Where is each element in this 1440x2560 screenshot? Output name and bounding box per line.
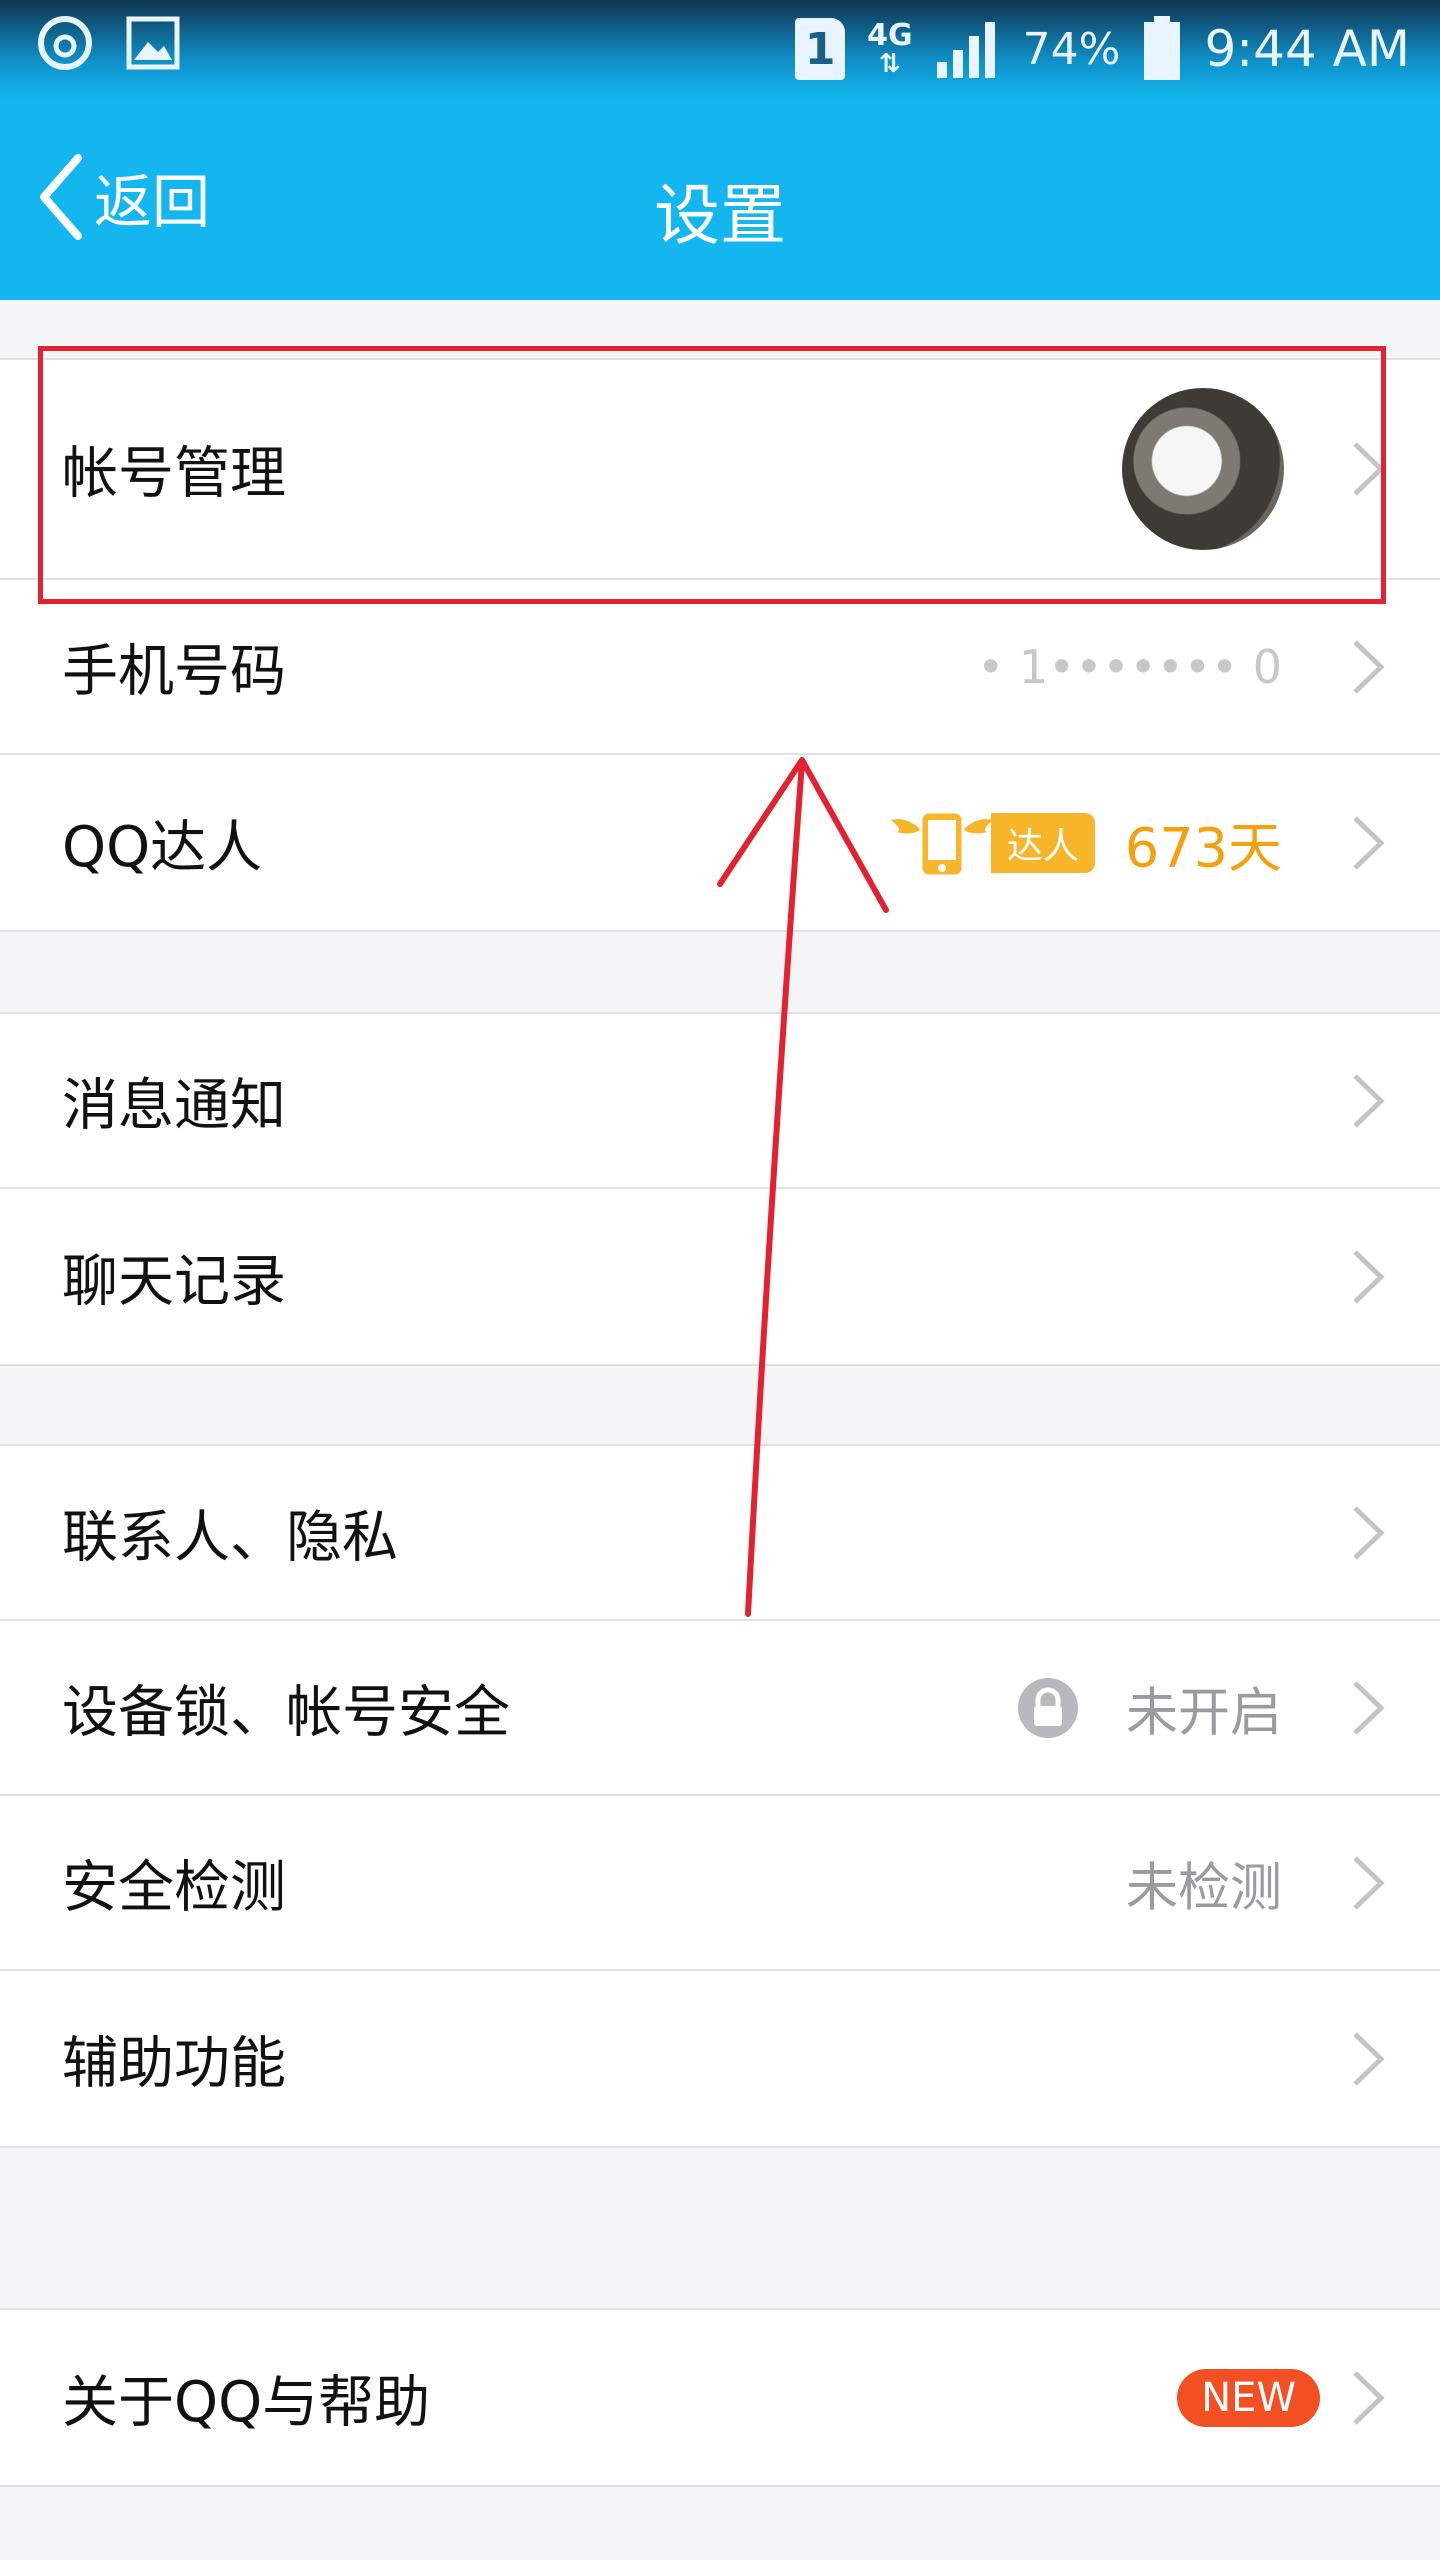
- row-chat-history[interactable]: 聊天记录: [0, 1189, 1440, 1364]
- row-phone-number[interactable]: 手机号码 • 1••••••• 0: [0, 580, 1440, 755]
- signal-icon: [936, 22, 995, 78]
- battery-percent: 74%: [1022, 23, 1121, 75]
- chevron-right-icon: [1353, 1073, 1385, 1128]
- vip-days: 673天: [1124, 816, 1282, 879]
- network-type: 4G: [867, 18, 913, 53]
- row-label: 聊天记录: [62, 1249, 286, 1314]
- status-bar: 1 4G ⇅ 74% 9:44 AM: [0, 0, 1440, 100]
- row-label: 帐号管理: [62, 441, 286, 507]
- row-contacts-privacy[interactable]: 联系人、隐私: [0, 1446, 1440, 1621]
- row-device-lock[interactable]: 设备锁、帐号安全 未开启: [0, 1621, 1440, 1796]
- page-title: 设置: [654, 177, 786, 254]
- settings-group-messages: 消息通知 聊天记录: [0, 1012, 1440, 1366]
- lock-icon: [1018, 1677, 1078, 1738]
- row-label: 关于QQ与帮助: [62, 2370, 431, 2435]
- title-bar: 返回 设置: [0, 100, 1440, 300]
- device-lock-status: 未开启: [1125, 1683, 1282, 1743]
- row-label: 消息通知: [62, 1073, 286, 1138]
- row-qq-vip[interactable]: QQ达人 达人 673天: [0, 755, 1440, 930]
- netease-music-icon: [38, 16, 92, 70]
- data-arrows-icon: ⇅: [879, 49, 901, 79]
- settings-group-security: 联系人、隐私 设备锁、帐号安全 未开启 安全检测 未检测 辅助功能: [0, 1444, 1440, 2148]
- row-label: 手机号码: [62, 639, 286, 704]
- row-label: 安全检测: [62, 1855, 286, 1920]
- row-security-check[interactable]: 安全检测 未检测: [0, 1796, 1440, 1971]
- row-accessibility[interactable]: 辅助功能: [0, 1971, 1440, 2146]
- row-notifications[interactable]: 消息通知: [0, 1014, 1440, 1189]
- chevron-right-icon: [1353, 639, 1385, 694]
- sim-number: 1: [804, 24, 836, 75]
- gallery-icon: [126, 16, 180, 70]
- chevron-right-icon: [1353, 2370, 1385, 2425]
- settings-group-about: 关于QQ与帮助 NEW: [0, 2308, 1440, 2487]
- chevron-right-icon: [1353, 1505, 1385, 1560]
- row-label: QQ达人: [62, 815, 263, 880]
- chevron-right-icon: [1353, 2031, 1385, 2086]
- row-label: 联系人、隐私: [62, 1505, 398, 1570]
- vip-badge-label: 达人: [990, 812, 1095, 873]
- winged-phone-icon: [890, 810, 993, 877]
- security-check-status: 未检测: [1125, 1858, 1282, 1918]
- chevron-right-icon: [1353, 1249, 1385, 1304]
- sim-card-icon: 1: [795, 18, 846, 80]
- avatar[interactable]: [1122, 388, 1284, 550]
- settings-group-account: 帐号管理 手机号码 • 1••••••• 0 QQ达人 达人 673天: [0, 358, 1440, 932]
- new-badge: NEW: [1177, 2368, 1320, 2427]
- row-label: 设备锁、帐号安全: [62, 1680, 510, 1745]
- chevron-right-icon: [1353, 442, 1385, 496]
- row-label: 辅助功能: [62, 2031, 286, 2096]
- row-account-management[interactable]: 帐号管理: [0, 360, 1440, 580]
- row-about-help[interactable]: 关于QQ与帮助 NEW: [0, 2310, 1440, 2485]
- chevron-right-icon: [1353, 815, 1385, 870]
- clock: 9:44 AM: [1204, 20, 1410, 78]
- chevron-right-icon: [1353, 1855, 1385, 1910]
- phone-number-value: • 1••••••• 0: [977, 639, 1282, 694]
- chevron-right-icon: [1353, 1680, 1385, 1735]
- battery-icon: [1144, 16, 1181, 80]
- vip-badge: 达人: [887, 806, 1095, 880]
